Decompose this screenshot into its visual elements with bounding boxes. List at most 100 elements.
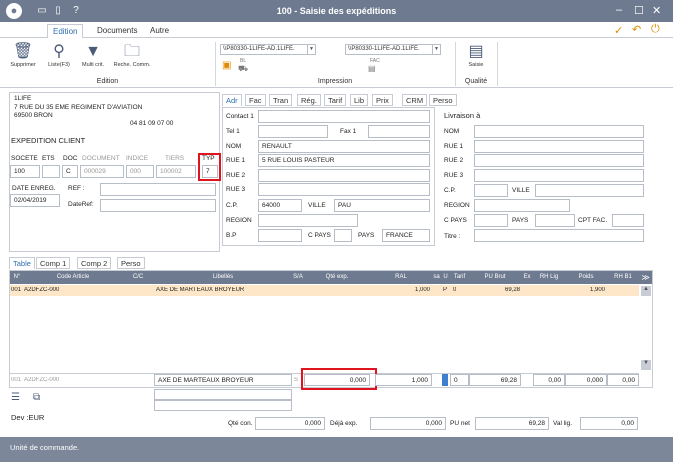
edit-tarif[interactable]: 0	[450, 374, 469, 386]
maximize-icon[interactable]: ☐	[634, 4, 644, 17]
tab-comp1[interactable]: Comp 1	[36, 257, 71, 269]
comment-field-2[interactable]	[154, 400, 292, 411]
printer-fac-select[interactable]: \\P80330-1LIFE-AD.1LIFE. ▼	[345, 44, 441, 55]
table-row[interactable]	[10, 285, 639, 296]
edit-rhlig[interactable]: 0,00	[533, 374, 565, 386]
copy-icon[interactable]: ⧉	[33, 392, 40, 403]
liv-cpays-field[interactable]	[474, 214, 508, 227]
rue1-field[interactable]: 5 RUE LOUIS PASTEUR	[258, 154, 430, 167]
saisie-qualite-button[interactable]: ▤ Saisie	[462, 42, 490, 68]
tab-reg[interactable]: Rég.	[297, 94, 321, 106]
document-field[interactable]: 000029	[80, 165, 124, 178]
ref-field[interactable]	[100, 183, 216, 196]
ets-field[interactable]	[42, 165, 60, 178]
liv-nom-field[interactable]	[474, 125, 644, 138]
bp-field[interactable]	[258, 229, 302, 242]
close-icon[interactable]: ✕	[652, 4, 661, 17]
edit-rhb1[interactable]: 0,00	[607, 374, 639, 386]
cptfac-field[interactable]	[612, 214, 644, 227]
liv-pays-field[interactable]	[535, 214, 575, 227]
rue2-field[interactable]	[258, 169, 430, 182]
edit-ral[interactable]: 1,000	[375, 374, 432, 386]
cp-field[interactable]: 64000	[258, 199, 302, 212]
col-header-poids[interactable]: Poids	[565, 271, 607, 284]
titre-field[interactable]	[474, 229, 644, 242]
tab-comp2[interactable]: Comp 2	[77, 257, 112, 269]
col-header-pubrut[interactable]: PU Brut	[469, 271, 521, 284]
scroll-up-icon[interactable]: ▲	[641, 286, 651, 296]
undo-icon[interactable]: ↶	[632, 23, 641, 36]
tab-documents[interactable]: Documents	[92, 24, 142, 38]
liv-ville-field[interactable]	[535, 184, 644, 197]
truck-icon[interactable]: ⛟	[238, 64, 248, 74]
list-icon[interactable]: ☰	[11, 392, 20, 403]
list-button[interactable]: ⚲ Liste(F3)	[44, 42, 74, 68]
tab-adr[interactable]: Adr	[222, 94, 242, 106]
col-header-sa[interactable]: S/A	[292, 271, 304, 284]
delete-button[interactable]: 🗑 Supprimer	[8, 42, 38, 68]
edit-pubrut[interactable]: 69,28	[469, 374, 521, 386]
cpays-field[interactable]	[334, 229, 352, 242]
scroll-down-icon[interactable]: ▼	[641, 360, 651, 370]
unit-selector[interactable]	[442, 374, 448, 386]
deja-exp-field[interactable]: 0,000	[370, 417, 446, 430]
col-header-rhlig[interactable]: RH Lig	[533, 271, 565, 284]
tab-perso-grid[interactable]: Perso	[117, 257, 145, 269]
invoice-icon[interactable]: ▤	[368, 64, 376, 73]
tab-autre[interactable]: Autre	[145, 24, 174, 38]
liv-rue3-field[interactable]	[474, 169, 644, 182]
col-header-u[interactable]: U	[441, 271, 450, 284]
printer-bl-select[interactable]: \\P80330-1LIFE-AD.1LIFE. ▼	[220, 44, 316, 55]
printer-icon[interactable]: ▣	[222, 60, 231, 71]
tab-lib[interactable]: Lib	[350, 94, 369, 106]
validate-icon[interactable]: ✓	[614, 24, 623, 37]
tab-fac[interactable]: Fac	[245, 94, 266, 106]
col-header-libelles[interactable]: Libellés	[154, 271, 292, 284]
multicrit-button[interactable]: ▼ Multi crit.	[78, 42, 108, 68]
tiers-field[interactable]: 100002	[156, 165, 196, 178]
punet-field[interactable]: 69,28	[475, 417, 549, 430]
qte-con-field[interactable]: 0,000	[255, 417, 325, 430]
tab-table[interactable]: Table	[9, 257, 35, 269]
tab-prix[interactable]: Prix	[372, 94, 393, 106]
columns-menu-icon[interactable]: ≫	[639, 271, 652, 284]
tab-perso[interactable]: Perso	[429, 94, 457, 106]
col-header-code[interactable]: Code Article	[24, 271, 122, 284]
tab-edition[interactable]: Edition	[47, 24, 84, 38]
col-header-cc[interactable]: C/C	[122, 271, 154, 284]
col-header-n[interactable]: N°	[10, 271, 24, 284]
indice-field[interactable]: 000	[126, 165, 154, 178]
tab-tran[interactable]: Tran	[269, 94, 293, 106]
col-header-tarif[interactable]: Tarif	[450, 271, 469, 284]
doc-field[interactable]: C	[62, 165, 78, 178]
minimize-icon[interactable]: ‒	[616, 4, 622, 16]
nom-field[interactable]: RENAULT	[258, 140, 430, 153]
pays-field[interactable]: FRANCE	[382, 229, 430, 242]
edit-code[interactable]: A2DFZC-000	[24, 377, 59, 383]
liv-cp-field[interactable]	[474, 184, 508, 197]
contact1-field[interactable]	[258, 110, 430, 123]
liv-rue1-field[interactable]	[474, 140, 644, 153]
rue3-field[interactable]	[258, 183, 430, 196]
power-icon[interactable]: ⏻	[651, 23, 660, 36]
liv-region-field[interactable]	[474, 199, 570, 212]
region-field[interactable]	[258, 214, 358, 227]
date-enreg-field[interactable]: 02/04/2019	[10, 194, 60, 207]
tab-tarif[interactable]: Tarif	[324, 94, 347, 106]
liv-rue2-field[interactable]	[474, 154, 644, 167]
comment-field-1[interactable]	[154, 389, 292, 400]
edit-poids[interactable]: 0,000	[565, 374, 607, 386]
dateref-field[interactable]	[100, 199, 216, 212]
search-comm-button[interactable]: 🗀 Reche. Comm.	[112, 42, 152, 68]
col-header-sa2[interactable]: sa	[432, 271, 441, 284]
col-header-ex[interactable]: Ex	[521, 271, 533, 284]
edit-libelle[interactable]: AXE DE MARTEAUX BROYEUR	[154, 374, 292, 386]
tab-crm[interactable]: CRM	[402, 94, 428, 106]
tel1-field[interactable]	[258, 125, 328, 138]
societe-field[interactable]: 100	[10, 165, 40, 178]
col-header-qte[interactable]: Qté exp.	[304, 271, 370, 284]
fax1-field[interactable]	[368, 125, 430, 138]
col-header-ral[interactable]: RAL	[370, 271, 432, 284]
ville-field[interactable]: PAU	[334, 199, 430, 212]
vallig-field[interactable]: 0,00	[580, 417, 638, 430]
